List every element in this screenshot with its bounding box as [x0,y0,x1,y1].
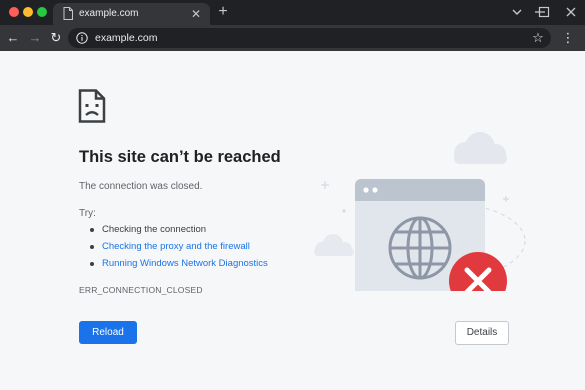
no-connection-illustration [314,132,526,291]
bullet [90,245,94,249]
bookmark-star-icon[interactable]: ☆ [530,29,546,47]
forward-button[interactable]: → [26,29,44,47]
chevron-down-icon[interactable] [508,3,526,21]
maximize-icon[interactable] [535,3,553,21]
suggestion-list: Checking the connection Checking the pro… [90,224,268,275]
reload-button[interactable]: ↻ [47,29,65,47]
menu-icon[interactable]: ⋮ [561,29,575,47]
reload-page-button[interactable]: Reload [79,321,137,344]
error-subtitle: The connection was closed. [79,181,203,192]
window-zoom-button[interactable] [37,7,47,17]
error-page: This site can’t be reached The connectio… [0,51,585,390]
suggestion-text[interactable]: Running Windows Network Diagnostics [102,258,268,269]
back-button[interactable]: ← [4,29,22,47]
try-label: Try: [79,208,96,219]
sparkle-icon [342,209,346,213]
tab-example[interactable]: example.com ✕ [53,3,210,25]
details-button[interactable]: Details [455,321,509,345]
cloud-icon [454,132,507,164]
new-tab-button[interactable]: + [215,4,231,20]
tab-close-icon[interactable]: ✕ [189,7,203,21]
bullet [90,262,94,266]
window-minimize-button[interactable] [23,7,33,17]
close-icon[interactable] [562,3,580,21]
url-text[interactable]: example.com [95,32,157,44]
suggestion-check-connection: Checking the connection [90,224,268,241]
suggestion-check-proxy-link[interactable]: Checking the proxy and the firewall [90,241,268,258]
window-close-button[interactable] [9,7,19,17]
bullet [90,228,94,232]
suggestion-text[interactable]: Checking the proxy and the firewall [102,241,250,252]
tab-title: example.com [79,8,139,19]
browser-toolbar: ← → ↻ example.com ☆ ⋮ [0,25,585,51]
suggestion-text: Checking the connection [102,224,207,235]
document-icon [63,7,73,20]
suggestion-network-diagnostics-link[interactable]: Running Windows Network Diagnostics [90,258,268,275]
page-title: This site can’t be reached [79,148,281,166]
address-bar[interactable]: example.com ☆ [68,28,551,48]
error-code: ERR_CONNECTION_CLOSED [79,285,203,295]
sad-document-icon [78,89,106,123]
globe-icon [388,216,452,280]
title-bar: example.com ✕ + [0,0,585,25]
cloud-icon [314,234,354,256]
info-icon[interactable] [76,32,88,44]
